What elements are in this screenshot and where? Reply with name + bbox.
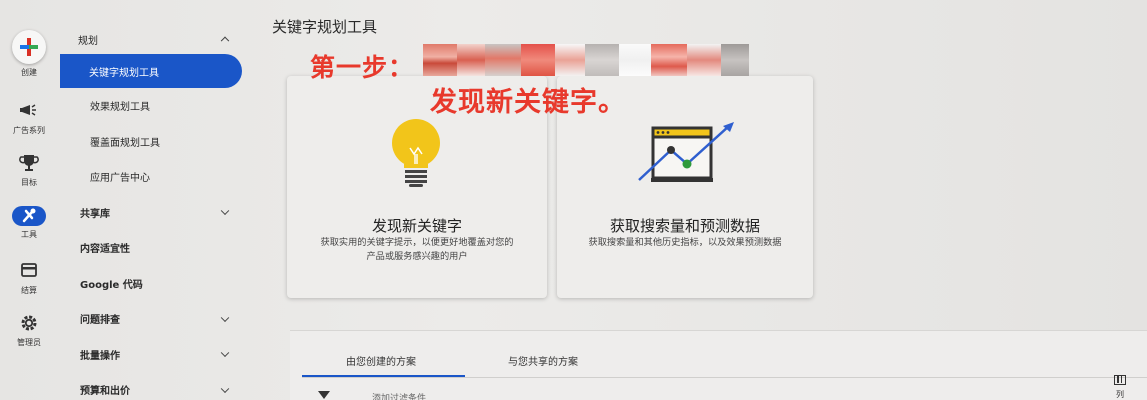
app-window: 创建 广告系列 目标 工具 结算 管理员 规划 关键字规划工具 效果规划工具 覆… [0,0,1147,400]
tab-divider [302,377,1147,378]
plans-panel: 由您创建的方案 与您共享的方案 添加过滤条件 列 [290,330,1147,400]
chevron-down-icon [220,348,230,358]
card-description-line: 获取搜索量和其他历史指标，以及效果预测数据 [588,237,782,248]
chevron-down-icon [220,384,230,393]
annotation-step-label: 第一步： [310,53,415,82]
nav-item-performance-planner[interactable]: 效果规划工具 [60,88,242,124]
card-title: 发现新关键字 [371,217,462,235]
nav-section-planning[interactable]: 规划 [60,24,242,54]
card-description: 获取实用的关键字提示，以便更好地覆盖对您的 产品或服务感兴趣的用户 [301,236,533,264]
rail-tools[interactable]: 工具 [0,206,58,240]
rail-label-billing: 结算 [21,286,37,295]
active-tab-indicator [302,375,465,377]
nav-section-bulk-actions[interactable]: 批量操作 [60,337,242,373]
tools-active-pill[interactable] [12,206,46,226]
nav-label: 内容适宜性 [80,244,130,256]
nav-section-troubleshooting[interactable]: 问题排查 [60,301,242,337]
columns-label: 列 [1116,390,1124,399]
nav-label: 覆盖面规划工具 [90,137,160,149]
card-description-line: 产品或服务感兴趣的用户 [366,251,468,262]
megaphone-icon [20,104,36,116]
nav-label: 问题排查 [80,315,120,327]
gear-icon [21,315,37,331]
annotation-subtitle: 发现新关键字。 [430,87,626,118]
trend-chart-icon [638,122,734,182]
nav-label: Google 代码 [80,279,143,291]
nav-label: 应用广告中心 [90,173,150,185]
rail-label-campaigns: 广告系列 [13,126,45,135]
credit-card-icon [21,263,37,277]
nav-section-shared-library[interactable]: 共享库 [60,195,242,231]
lightbulb-icon [392,119,440,187]
rail-label-goals: 目标 [21,178,37,187]
rail-label-tools: 工具 [21,230,37,239]
rail-label-admin: 管理员 [17,338,41,347]
nav-label: 效果规划工具 [90,102,150,114]
nav-item-content-suitability[interactable]: 内容适宜性 [60,230,242,266]
rail-goals[interactable]: 目标 [0,152,58,188]
chevron-down-icon [220,206,230,216]
tools-side-nav: 规划 关键字规划工具 效果规划工具 覆盖面规划工具 应用广告中心 共享库 内容适… [60,24,242,400]
rail-label-create: 创建 [21,68,37,77]
card-description-line: 获取实用的关键字提示，以便更好地覆盖对您的 [320,237,514,248]
tab-plans-created-by-you[interactable]: 由您创建的方案 [346,353,416,368]
nav-label: 规划 [78,35,98,47]
trophy-icon [19,155,39,171]
rail-campaigns[interactable]: 广告系列 [0,100,58,136]
nav-section-budgets-bidding[interactable]: 预算和出价 [60,372,242,400]
rail-billing[interactable]: 结算 [0,260,58,296]
page-title: 关键字规划工具 [272,18,378,36]
redacted-mosaic [423,44,759,76]
nav-label: 共享库 [80,208,110,220]
left-rail: 创建 广告系列 目标 工具 结算 管理员 [0,0,58,400]
chevron-up-icon [220,36,230,46]
create-button[interactable] [12,30,46,64]
card-title: 获取搜索量和预测数据 [609,217,760,235]
add-filter-link[interactable]: 添加过滤条件 [372,391,426,400]
rail-create[interactable]: 创建 [0,30,58,78]
chevron-down-icon [220,313,230,322]
nav-label: 关键字规划工具 [89,67,159,79]
columns-icon[interactable] [1114,375,1126,385]
nav-item-app-advertising-hub[interactable]: 应用广告中心 [60,159,242,195]
nav-item-google-tag[interactable]: Google 代码 [60,266,242,302]
nav-label: 批量操作 [80,350,120,362]
nav-label: 预算和出价 [80,386,130,398]
card-description: 获取搜索量和其他历史指标，以及效果预测数据 [571,236,799,250]
filter-icon[interactable] [318,391,330,399]
rail-admin[interactable]: 管理员 [0,312,58,348]
tab-plans-shared-with-you[interactable]: 与您共享的方案 [508,353,578,368]
wrench-icon [22,208,36,223]
nav-item-keyword-planner[interactable]: 关键字规划工具 [60,54,242,88]
nav-item-reach-planner[interactable]: 覆盖面规划工具 [60,124,242,160]
